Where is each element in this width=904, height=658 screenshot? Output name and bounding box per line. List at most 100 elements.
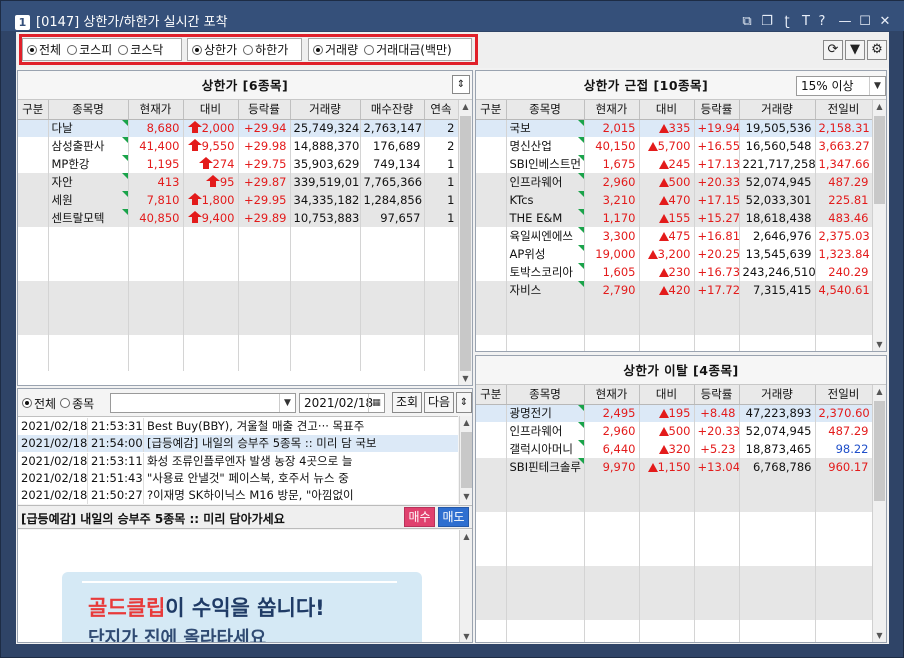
column-header[interactable]: 등락률	[694, 100, 740, 120]
column-header[interactable]: 매수잔량	[360, 100, 425, 120]
column-header[interactable]: 구분	[476, 100, 507, 120]
column-header[interactable]: 구분	[18, 100, 49, 120]
news-all-radio[interactable]: 전체	[22, 395, 56, 412]
news-item[interactable]: 2021/02/18 21:53:11 화성 조류인플루엔자 발생 농장 4곳으로 …	[18, 452, 458, 470]
scroll-up-icon[interactable]: ▲	[460, 416, 472, 430]
news-item[interactable]: 2021/02/18 21:50:27 ?이재명 SK하이닉스 M16 방문, "아…	[18, 487, 458, 505]
news-stock-radio[interactable]: 종목	[60, 395, 94, 412]
table-row[interactable]: 세원 7,810 1,800 +29.95 34,335,182 1,284,856 1	[18, 191, 459, 209]
news-content: 골드클립이 수익을 쏩니다! 단지가 진에 올라타세요	[18, 530, 459, 642]
column-header[interactable]: 거래량	[739, 385, 816, 405]
table-row[interactable]: 육일씨엔에쓰 3,300 475 +16.81 2,646,976 2,375.03	[476, 227, 873, 245]
sort-toggle-icon[interactable]: ⇕	[456, 392, 472, 413]
scroll-down-icon[interactable]: ▼	[460, 630, 472, 642]
rate-cell: +16.55	[694, 137, 740, 155]
close-icon[interactable]: ✕	[877, 14, 893, 30]
table-row[interactable]: 명신산업 40,150 5,700 +16.55 16,560,548 3,663.27	[476, 137, 873, 155]
column-header[interactable]: 거래량	[739, 100, 816, 120]
scroll-down-icon[interactable]: ▼	[459, 372, 472, 385]
refresh-icon[interactable]: ⟳	[823, 40, 843, 60]
column-header[interactable]: 등락률	[238, 100, 291, 120]
upper-limit-scrollbar[interactable]: ▲ ▼	[458, 100, 472, 385]
table-row[interactable]: AP위성 19,000 3,200 +20.25 13,545,639 1,323.84	[476, 245, 873, 263]
stock-search-select[interactable]: ▼	[110, 393, 296, 413]
scroll-up-icon[interactable]: ▲	[873, 385, 886, 399]
table-row[interactable]: 다날 8,680 2,000 +29.94 25,749,324 2,763,147 2	[18, 119, 459, 137]
column-header[interactable]: 전일비	[815, 385, 873, 405]
copy-window-icon[interactable]: ❐	[759, 14, 775, 30]
column-header[interactable]: 연속	[424, 100, 459, 120]
news-time: 21:53:31	[88, 418, 144, 435]
empty-cell	[815, 620, 873, 638]
scroll-thumb[interactable]	[874, 116, 885, 204]
scroll-up-icon[interactable]: ▲	[873, 100, 886, 114]
sell-button[interactable]: 매도	[438, 507, 469, 527]
title-bar[interactable]: 1 [0147] 상한가/하한가 실시간 포착 ⧉ ❐ ʈ T ? — ☐ ✕	[1, 1, 904, 31]
empty-cell	[290, 353, 361, 371]
calendar-icon[interactable]: ▦	[368, 394, 384, 412]
maximize-icon[interactable]: ☐	[857, 14, 873, 30]
ad-banner[interactable]: 골드클립이 수익을 쏩니다! 단지가 진에 올라타세요	[62, 572, 422, 642]
column-header[interactable]: 대비	[639, 385, 695, 405]
table-row[interactable]: 토박스코리아 1,605 230 +16.73 243,246,510 240.29	[476, 263, 873, 281]
help-icon[interactable]: ?	[814, 14, 830, 30]
sort-toggle-icon[interactable]: ⇕	[452, 75, 470, 94]
dropdown-icon[interactable]: ▼	[845, 40, 865, 60]
column-header[interactable]: 종목명	[506, 385, 585, 405]
column-header[interactable]: 등락률	[694, 385, 740, 405]
scroll-down-icon[interactable]: ▼	[873, 629, 886, 642]
threshold-select[interactable]: 15% 이상 ▼	[796, 76, 886, 96]
column-header[interactable]: 대비	[183, 100, 239, 120]
news-title: ?이재명 SK하이닉스 M16 방문, "아낌없이	[147, 488, 354, 503]
column-header[interactable]: 종목명	[506, 100, 585, 120]
column-header[interactable]: 현재가	[584, 385, 640, 405]
news-item[interactable]: 2021/02/18 21:53:31 Best Buy(BBY), 겨울철 매출 …	[18, 418, 458, 435]
table-row[interactable]: 인프라웨어 2,960 500 +20.33 52,074,945 487.29	[476, 422, 873, 440]
off-limit-scrollbar[interactable]: ▲ ▼	[872, 385, 886, 642]
table-row[interactable]: 자비스 2,790 420 +17.72 7,315,415 4,540.61	[476, 281, 873, 299]
scroll-up-icon[interactable]: ▲	[459, 100, 472, 114]
diff-cell: 195	[639, 404, 695, 422]
scroll-thumb[interactable]	[874, 401, 885, 501]
link-window-icon[interactable]: ⧉	[739, 14, 755, 30]
scroll-thumb[interactable]	[460, 116, 471, 371]
table-row[interactable]: 국보 2,015 335 +19.94 19,505,536 2,158.31	[476, 119, 873, 137]
scroll-down-icon[interactable]: ▼	[873, 338, 886, 351]
content-scrollbar[interactable]: ▲ ▼	[459, 530, 472, 642]
column-header[interactable]: 거래량	[290, 100, 361, 120]
settings-icon[interactable]: ⚙	[867, 40, 887, 60]
column-header[interactable]: 현재가	[128, 100, 184, 120]
scroll-thumb[interactable]	[461, 432, 472, 488]
table-row[interactable]: 자안 413 95 +29.87 339,519,016 7,765,366 1	[18, 173, 459, 191]
table-row[interactable]: 인프라웨어 2,960 500 +20.33 52,074,945 487.29	[476, 173, 873, 191]
text-size-icon[interactable]: T	[798, 14, 814, 30]
table-row[interactable]: MP한강 1,195 274 +29.75 35,903,629 749,134 1	[18, 155, 459, 173]
table-row[interactable]: SBI인베스트먼 1,675 245 +17.13 221,717,258 1,347.6…	[476, 155, 873, 173]
table-row[interactable]: THE E&M 1,170 155 +15.27 18,618,438 483.46	[476, 209, 873, 227]
column-header[interactable]: 현재가	[584, 100, 640, 120]
scroll-down-icon[interactable]: ▼	[460, 490, 472, 504]
table-row[interactable]: 삼성출판사 41,400 9,550 +29.98 14,888,370 176,689 2	[18, 137, 459, 155]
table-row[interactable]: 광명전기 2,495 195 +8.48 47,223,893 2,370.60	[476, 404, 873, 422]
news-item[interactable]: 2021/02/18 21:54:00 [급등예감] 내일의 승부주 5종목 :: …	[18, 435, 458, 453]
query-button[interactable]: 조회	[392, 392, 422, 413]
empty-cell	[290, 299, 361, 317]
news-scrollbar[interactable]: ▲ ▼	[459, 416, 472, 504]
date-field[interactable]: 2021/02/18 ▦	[299, 393, 385, 413]
near-limit-scrollbar[interactable]: ▲ ▼	[872, 100, 886, 351]
column-header[interactable]: 전일비	[815, 100, 873, 120]
font-settings-icon[interactable]: ʈ	[779, 14, 795, 30]
table-row[interactable]: KTcs 3,210 470 +17.15 52,033,301 225.81	[476, 191, 873, 209]
buy-button[interactable]: 매수	[404, 507, 435, 527]
column-header[interactable]: 대비	[639, 100, 695, 120]
next-button[interactable]: 다음	[424, 392, 454, 413]
table-row[interactable]: 갤럭시아머니 6,440 320 +5.23 18,873,465 98.22	[476, 440, 873, 458]
empty-row	[476, 584, 873, 602]
column-header[interactable]: 구분	[476, 385, 507, 405]
table-row[interactable]: SBI핀테크솔루 9,970 1,150 +13.04 6,768,786 960.17	[476, 458, 873, 476]
scroll-up-icon[interactable]: ▲	[460, 530, 472, 544]
table-row[interactable]: 센트랄모텍 40,850 9,400 +29.89 10,753,883 97,657 1	[18, 209, 459, 227]
minimize-icon[interactable]: —	[837, 14, 853, 30]
column-header[interactable]: 종목명	[48, 100, 129, 120]
news-item[interactable]: 2021/02/18 21:51:43 "사용료 안낼것" 페이스북, 호주서 뉴스…	[18, 469, 458, 487]
